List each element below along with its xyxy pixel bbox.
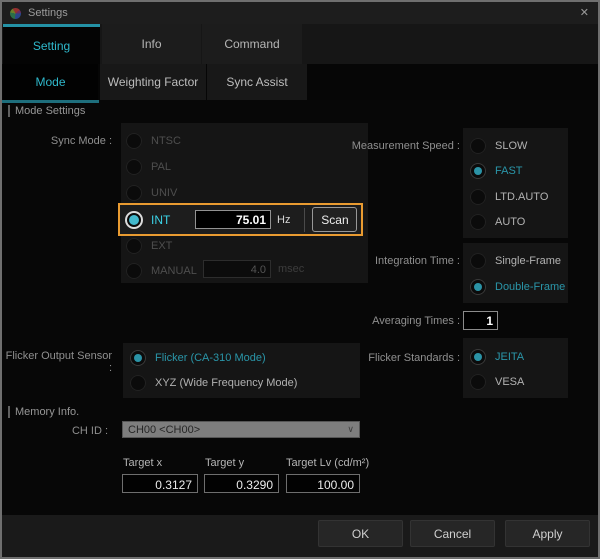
tab-info[interactable]: Info — [102, 24, 201, 64]
int-sync-highlight-row: INT 75.01 Hz Scan — [118, 203, 363, 236]
footer-bar: OK Cancel Apply — [2, 515, 598, 557]
memory-info-heading: Memory Info. — [8, 406, 79, 418]
ch-id-value: CH00 <CH00> — [128, 424, 347, 436]
radio-icon[interactable] — [126, 263, 142, 279]
radio-icon[interactable] — [470, 189, 486, 205]
radio-icon[interactable] — [470, 279, 486, 295]
manual-frequency-input[interactable]: 4.0 — [203, 260, 271, 278]
divider — [304, 208, 305, 232]
radio-fast[interactable]: FAST — [470, 162, 523, 180]
settings-dialog: Settings ✕ Setting Info Command Mode Wei… — [0, 0, 600, 559]
scan-button[interactable]: Scan — [312, 207, 357, 232]
radio-icon[interactable] — [470, 163, 486, 179]
sync-mode-label: Sync Mode : — [20, 135, 112, 147]
mode-settings-heading: Mode Settings — [8, 105, 85, 117]
target-x-label: Target x — [123, 457, 162, 469]
radio-single-frame[interactable]: Single-Frame — [470, 252, 561, 270]
ok-button[interactable]: OK — [318, 520, 403, 547]
measurement-speed-group: SLOW FAST LTD.AUTO AUTO — [463, 128, 568, 238]
integration-time-group: Single-Frame Double-Frame — [463, 243, 568, 303]
target-y-input[interactable]: 0.3290 — [204, 474, 279, 493]
heading-bar — [8, 105, 10, 117]
radio-icon[interactable] — [470, 374, 486, 390]
ch-id-label: CH ID : — [40, 425, 108, 437]
radio-icon[interactable] — [130, 350, 146, 366]
radio-icon[interactable] — [470, 253, 486, 269]
radio-icon[interactable] — [130, 375, 146, 391]
manual-unit-label: msec — [278, 263, 304, 275]
tab-setting[interactable]: Setting — [3, 24, 100, 64]
tab-mode[interactable]: Mode — [3, 64, 98, 100]
cancel-button[interactable]: Cancel — [410, 520, 495, 547]
title-bar[interactable]: Settings ✕ — [2, 2, 598, 24]
target-lv-label: Target Lv (cd/m²) — [286, 457, 369, 469]
radio-manual[interactable]: MANUAL — [126, 262, 197, 280]
radio-xyz-wide[interactable]: XYZ (Wide Frequency Mode) — [130, 374, 297, 392]
radio-ext[interactable]: EXT — [126, 237, 172, 255]
apply-button[interactable]: Apply — [505, 520, 590, 547]
radio-jeita[interactable]: JEITA — [470, 348, 524, 366]
radio-auto[interactable]: AUTO — [470, 213, 525, 231]
radio-int[interactable] — [125, 211, 143, 229]
averaging-times-label: Averaging Times : — [360, 315, 460, 327]
radio-ntsc[interactable]: NTSC — [126, 132, 181, 150]
radio-icon[interactable] — [470, 349, 486, 365]
chevron-down-icon: ∨ — [347, 424, 354, 435]
radio-double-frame[interactable]: Double-Frame — [470, 278, 565, 296]
target-lv-input[interactable]: 100.00 — [286, 474, 360, 493]
radio-icon[interactable] — [126, 185, 142, 201]
main-tab-strip: Setting Info Command — [2, 24, 598, 64]
radio-ltd-auto[interactable]: LTD.AUTO — [470, 188, 548, 206]
integration-time-label: Integration Time : — [360, 255, 460, 267]
radio-icon[interactable] — [126, 133, 142, 149]
radio-slow[interactable]: SLOW — [470, 137, 527, 155]
radio-icon[interactable] — [470, 138, 486, 154]
mode-tab-underline — [2, 100, 99, 103]
radio-icon[interactable] — [470, 214, 486, 230]
target-x-input[interactable]: 0.3127 — [122, 474, 198, 493]
heading-bar — [8, 406, 10, 418]
ch-id-dropdown[interactable]: CH00 <CH00> ∨ — [122, 421, 360, 438]
tab-sync-assist[interactable]: Sync Assist — [207, 64, 307, 100]
int-frequency-input[interactable]: 75.01 — [195, 210, 271, 229]
window-title: Settings — [28, 7, 68, 19]
radio-icon[interactable] — [126, 159, 142, 175]
radio-univ[interactable]: UNIV — [126, 184, 177, 202]
flicker-standards-label: Flicker Standards : — [360, 352, 460, 364]
close-icon[interactable]: ✕ — [580, 6, 589, 20]
flicker-output-sensor-group: Flicker (CA-310 Mode) XYZ (Wide Frequenc… — [123, 343, 360, 398]
tab-weighting-factor[interactable]: Weighting Factor — [100, 64, 206, 100]
radio-pal[interactable]: PAL — [126, 158, 171, 176]
averaging-times-input[interactable]: 1 — [463, 311, 498, 330]
app-color-wheel-icon — [10, 8, 21, 19]
flicker-output-sensor-label: Flicker Output Sensor : — [0, 350, 112, 374]
flicker-standards-group: JEITA VESA — [463, 338, 568, 398]
sub-tab-strip: Mode Weighting Factor Sync Assist — [2, 64, 598, 100]
radio-vesa[interactable]: VESA — [470, 373, 524, 391]
radio-flicker-ca310[interactable]: Flicker (CA-310 Mode) — [130, 349, 266, 367]
radio-icon[interactable] — [126, 238, 142, 254]
target-y-label: Target y — [205, 457, 244, 469]
tab-command[interactable]: Command — [202, 24, 302, 64]
measurement-speed-label: Measurement Speed : — [350, 140, 460, 152]
hz-unit-label: Hz — [277, 214, 290, 226]
int-label: INT — [151, 213, 175, 227]
